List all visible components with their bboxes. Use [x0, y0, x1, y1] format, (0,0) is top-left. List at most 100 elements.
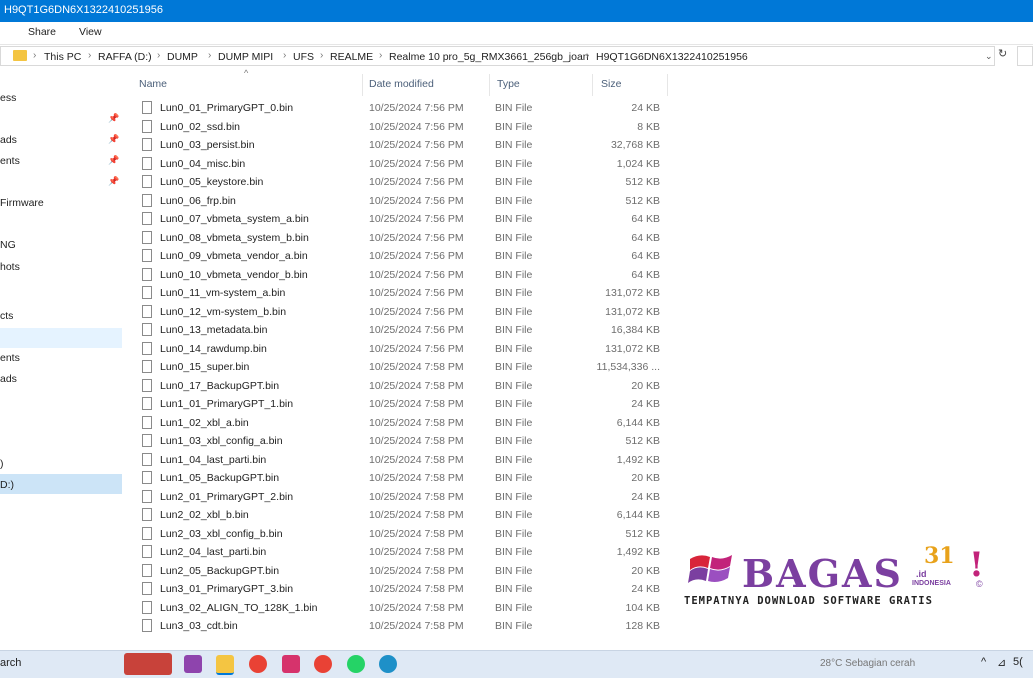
file-type: BIN File [495, 398, 533, 410]
copilot-icon[interactable] [184, 655, 202, 673]
chrome-icon[interactable] [314, 655, 332, 673]
file-size: 20 KB [631, 472, 660, 484]
file-name: Lun1_04_last_parti.bin [160, 453, 267, 466]
file-size: 8 KB [637, 120, 660, 133]
table-row[interactable]: Lun2_05_BackupGPT.bin 10/25/2024 7:58 PM B… [138, 562, 668, 580]
nav-item[interactable]: ess [0, 92, 16, 104]
table-row[interactable]: Lun1_04_last_parti.bin 10/25/2024 7:58 PM… [138, 451, 668, 469]
nav-item[interactable]: ents [0, 352, 20, 364]
table-row[interactable]: Lun1_01_PrimaryGPT_1.bin 10/25/2024 7:58 … [138, 395, 668, 413]
nav-item-selected[interactable]: D:) [0, 479, 14, 491]
nav-item[interactable]: NG [0, 239, 16, 251]
table-row[interactable]: Lun0_12_vm-system_b.bin 10/25/2024 7:56 P… [138, 303, 668, 321]
nav-item[interactable]: ents [0, 155, 20, 167]
table-row[interactable]: Lun1_05_BackupGPT.bin 10/25/2024 7:58 PM B… [138, 469, 668, 487]
tab-view[interactable]: View [79, 26, 102, 38]
table-row[interactable]: Lun0_04_misc.bin 10/25/2024 7:56 PM BIN Fi… [138, 155, 668, 173]
breadcrumb-model[interactable]: Realme 10 pro_5g_RMX3661_256gb_joan [389, 51, 589, 63]
breadcrumb-current[interactable]: H9QT1G6DN6X1322410251956 [596, 51, 748, 63]
column-divider[interactable] [489, 74, 490, 96]
table-row[interactable]: Lun0_07_vbmeta_system_a.bin 10/25/2024 7:… [138, 210, 668, 228]
address-bar[interactable]: › This PC › RAFFA (D:) › DUMP › DUMP MIP… [0, 46, 995, 66]
column-header-name[interactable]: Name [139, 78, 167, 90]
table-row[interactable]: Lun0_03_persist.bin 10/25/2024 7:56 PM BIN… [138, 136, 668, 154]
table-row[interactable]: Lun3_01_PrimaryGPT_3.bin 10/25/2024 7:58 … [138, 580, 668, 598]
app-icon[interactable] [282, 655, 300, 673]
chevron-right-icon: › [88, 50, 92, 61]
table-row[interactable]: Lun2_02_xbl_b.bin 10/25/2024 7:58 PM BIN F… [138, 506, 668, 524]
nav-item[interactable]: Firmware [0, 197, 44, 209]
table-row[interactable]: Lun3_02_ALIGN_TO_128K_1.bin 10/25/2024 7:… [138, 599, 668, 617]
table-row[interactable]: Lun0_13_metadata.bin 10/25/2024 7:56 PM BI… [138, 321, 668, 339]
file-size: 512 KB [625, 435, 660, 447]
column-header-type[interactable]: Type [497, 78, 520, 90]
nav-item[interactable]: ads [0, 373, 17, 385]
taskbar-search[interactable]: arch [0, 657, 21, 669]
nav-hover-row[interactable] [0, 328, 122, 348]
table-row[interactable]: Lun0_10_vbmeta_vendor_b.bin 10/25/2024 7:… [138, 266, 668, 284]
network-icon[interactable]: ⊿ [997, 656, 1006, 669]
file-date: 10/25/2024 7:56 PM [369, 268, 464, 281]
breadcrumb-raffa[interactable]: RAFFA (D:) [98, 51, 152, 63]
nav-item[interactable]: cts [0, 310, 13, 322]
table-row[interactable]: Lun0_01_PrimaryGPT_0.bin 10/25/2024 7:56 … [138, 99, 668, 117]
table-row[interactable]: Lun1_02_xbl_a.bin 10/25/2024 7:58 PM BIN F… [138, 414, 668, 432]
search-box[interactable] [1017, 46, 1033, 66]
file-name: Lun3_02_ALIGN_TO_128K_1.bin [160, 601, 318, 614]
chevron-up-icon[interactable]: ^ [981, 656, 986, 668]
table-row[interactable]: Lun0_06_frp.bin 10/25/2024 7:56 PM BIN Fil… [138, 192, 668, 210]
nav-item[interactable]: ) [0, 458, 4, 470]
nav-item[interactable]: hots [0, 261, 20, 273]
table-row[interactable]: Lun3_03_cdt.bin 10/25/2024 7:58 PM BIN Fil… [138, 617, 668, 635]
table-row[interactable]: Lun0_02_ssd.bin 10/25/2024 7:56 PM BIN Fil… [138, 118, 668, 136]
table-row[interactable]: Lun0_17_BackupGPT.bin 10/25/2024 7:58 PM B… [138, 377, 668, 395]
tab-share[interactable]: Share [28, 26, 56, 38]
breadcrumb-realme[interactable]: REALME [330, 51, 373, 63]
table-row[interactable]: Lun1_03_xbl_config_a.bin 10/25/2024 7:58 … [138, 432, 668, 450]
column-divider[interactable] [592, 74, 593, 96]
breadcrumb-dump[interactable]: DUMP [167, 51, 198, 63]
file-date: 10/25/2024 7:58 PM [369, 416, 464, 429]
table-row[interactable]: Lun0_08_vbmeta_system_b.bin 10/25/2024 7:… [138, 229, 668, 247]
file-name: Lun0_12_vm-system_b.bin [160, 305, 287, 318]
file-icon [142, 397, 152, 410]
file-name: Lun0_17_BackupGPT.bin [160, 379, 280, 392]
table-row[interactable]: Lun0_14_rawdump.bin 10/25/2024 7:56 PM BIN… [138, 340, 668, 358]
widget-thumbnail-icon[interactable] [124, 653, 172, 675]
table-row[interactable]: Lun2_04_last_parti.bin 10/25/2024 7:58 PM… [138, 543, 668, 561]
table-row[interactable]: Lun2_01_PrimaryGPT_2.bin 10/25/2024 7:58 … [138, 488, 668, 506]
column-divider[interactable] [362, 74, 363, 96]
breadcrumb-dump-mipi[interactable]: DUMP MIPI [218, 51, 273, 63]
file-date: 10/25/2024 7:58 PM [369, 583, 464, 595]
weather-widget[interactable]: 28°C Sebagian cerah [820, 658, 915, 669]
table-row[interactable]: Lun0_09_vbmeta_vendor_a.bin 10/25/2024 7:… [138, 247, 668, 265]
table-row[interactable]: Lun0_11_vm-system_a.bin 10/25/2024 7:56 P… [138, 284, 668, 302]
file-name: Lun2_04_last_parti.bin [160, 546, 267, 558]
file-icon [142, 526, 152, 540]
table-row[interactable]: Lun2_03_xbl_config_b.bin 10/25/2024 7:58 … [138, 525, 668, 543]
nav-item[interactable]: ads [0, 134, 17, 146]
file-icon [142, 508, 152, 521]
file-date: 10/25/2024 7:58 PM [369, 361, 464, 373]
edge-icon[interactable] [379, 655, 397, 673]
file-type: BIN File [495, 120, 533, 133]
table-row[interactable]: Lun0_15_super.bin 10/25/2024 7:58 PM BIN F… [138, 358, 668, 376]
tray-clock[interactable]: 5( [1013, 656, 1023, 668]
column-divider[interactable] [667, 74, 668, 96]
column-header-size[interactable]: Size [601, 78, 621, 90]
file-date: 10/25/2024 7:56 PM [369, 102, 464, 114]
file-explorer-icon[interactable] [216, 655, 234, 675]
nav-selected-row[interactable] [0, 474, 122, 494]
file-date: 10/25/2024 7:58 PM [369, 453, 464, 466]
chevron-down-icon[interactable]: ⌄ [985, 51, 993, 62]
breadcrumb-ufs[interactable]: UFS [293, 51, 314, 63]
breadcrumb-this-pc[interactable]: This PC [44, 51, 81, 63]
file-date: 10/25/2024 7:56 PM [369, 213, 464, 225]
table-row[interactable]: Lun0_05_keystore.bin 10/25/2024 7:56 PM BI… [138, 173, 668, 191]
whatsapp-icon[interactable] [347, 655, 365, 673]
refresh-icon[interactable]: ↻ [998, 47, 1012, 63]
file-name: Lun0_11_vm-system_a.bin [160, 287, 286, 299]
file-name: Lun0_09_vbmeta_vendor_a.bin [160, 250, 308, 262]
column-header-date[interactable]: Date modified [369, 78, 434, 90]
chrome-icon[interactable] [249, 655, 267, 673]
